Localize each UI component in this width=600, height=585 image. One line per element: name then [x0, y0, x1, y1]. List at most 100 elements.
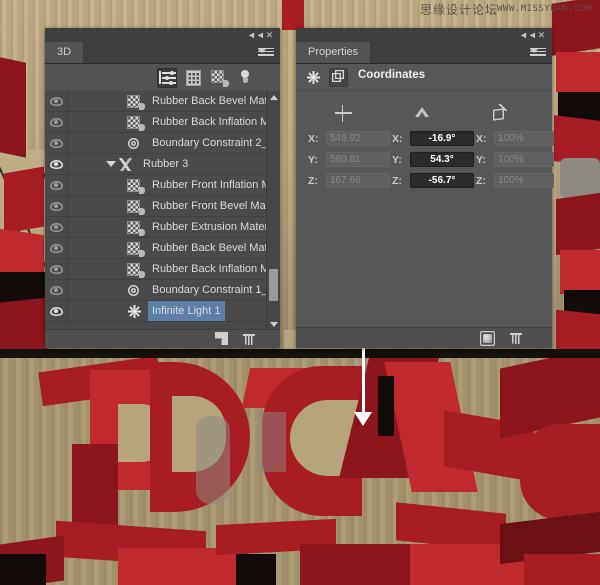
- render-shape: [520, 424, 600, 520]
- panel-properties-titlebar: ◄◄ ✕: [296, 28, 552, 42]
- layer-label: Rubber Front Inflation M...: [152, 179, 280, 191]
- delete-button[interactable]: [243, 332, 255, 345]
- visibility-toggle[interactable]: [45, 280, 68, 300]
- position-axis-label: Z:: [308, 175, 318, 187]
- render-shape: [556, 52, 600, 92]
- position-x-field[interactable]: 549.92: [326, 131, 390, 146]
- render-shape: [282, 0, 304, 30]
- render-shape: [236, 554, 276, 585]
- panel-3d-footer: [45, 329, 280, 348]
- render-shape: [0, 554, 46, 585]
- sun-icon: [307, 71, 320, 84]
- render-shape: [556, 192, 600, 256]
- tab-properties[interactable]: Properties: [296, 42, 371, 63]
- rotation-z-field[interactable]: -56.7°: [410, 173, 474, 188]
- render-shape: [524, 554, 600, 585]
- layer-row[interactable]: Rubber Back Bevel Mater...: [45, 91, 280, 112]
- scene-filter-button[interactable]: [157, 68, 177, 88]
- eye-icon: [50, 97, 63, 106]
- scale-axis-label: X:: [476, 133, 487, 145]
- rotation-x-field[interactable]: -16.9°: [410, 131, 474, 146]
- layer-row[interactable]: Rubber Extrusion Materi...: [45, 217, 280, 238]
- position-axis-label: X:: [308, 133, 319, 145]
- eye-icon: [50, 202, 63, 211]
- mesh-icon: [119, 157, 134, 172]
- coordinate-column-headers: [296, 101, 552, 129]
- material-icon: [128, 220, 143, 235]
- eye-icon: [50, 265, 63, 274]
- scroll-thumb[interactable]: [269, 269, 278, 301]
- position-z-field[interactable]: 167.66: [326, 173, 390, 188]
- grid-icon: [186, 71, 200, 85]
- layer-row[interactable]: Rubber 3: [45, 154, 280, 175]
- layer-label: Rubber Back Bevel Mater...: [152, 242, 280, 254]
- layer-row[interactable]: Rubber Front Inflation M...: [45, 175, 280, 196]
- close-icon[interactable]: ✕: [264, 30, 275, 41]
- collapse-icon[interactable]: ◄◄: [519, 30, 537, 41]
- layer-row[interactable]: Rubber Back Inflation M...: [45, 259, 280, 280]
- material-icon: [211, 71, 227, 86]
- watermark-url: WWW.MISSYUAN.COM: [497, 4, 592, 14]
- properties-title: Coordinates: [358, 69, 426, 81]
- visibility-toggle[interactable]: [45, 175, 68, 195]
- material-icon: [128, 262, 143, 277]
- coordinate-row: Z: 167.66 Z: -56.7° Z: 100%: [296, 171, 554, 192]
- layer-row[interactable]: Boundary Constraint 2_R...: [45, 133, 280, 154]
- list-scrollbar[interactable]: [266, 91, 280, 330]
- layer-row[interactable]: Rubber Back Inflation M...: [45, 112, 280, 133]
- coordinates-properties-button[interactable]: [329, 68, 348, 87]
- rotation-axis-label: Z:: [392, 175, 402, 187]
- eye-icon: [50, 223, 63, 232]
- rotate-icon: [409, 104, 435, 126]
- collapse-icon[interactable]: ◄◄: [247, 30, 265, 41]
- visibility-toggle[interactable]: [45, 301, 68, 321]
- visibility-toggle[interactable]: [45, 238, 68, 258]
- layer-row[interactable]: Infinite Light 1: [45, 301, 280, 322]
- tab-3d[interactable]: 3D: [45, 42, 84, 63]
- lightbulb-icon: [239, 70, 252, 85]
- mesh-filter-button[interactable]: [183, 68, 203, 88]
- material-icon: [128, 115, 143, 130]
- layer-row[interactable]: Boundary Constraint 1_R...: [45, 280, 280, 301]
- new-layer-button[interactable]: [215, 332, 228, 345]
- layer-row[interactable]: Rubber Front Bevel Mate...: [45, 196, 280, 217]
- panel-menu-icon[interactable]: [530, 48, 546, 58]
- coordinates-icon: [331, 70, 346, 85]
- layer-row[interactable]: Rubber Back Bevel Mater...: [45, 238, 280, 259]
- panel-properties: ◄◄ ✕ Properties Coordinates X: 549.92 X: -1…: [296, 28, 554, 348]
- move-icon: [330, 104, 356, 126]
- visibility-toggle[interactable]: [45, 217, 68, 237]
- render-shape: [560, 158, 600, 198]
- trash-icon: [510, 331, 522, 344]
- lights-filter-button[interactable]: [235, 68, 255, 88]
- scroll-up-icon[interactable]: [267, 91, 280, 103]
- scene-layer-list[interactable]: Rubber Back Bevel Mater... Rubber Back In…: [45, 91, 280, 330]
- light-properties-button[interactable]: [304, 68, 323, 87]
- scale-x-field[interactable]: 100%: [494, 131, 554, 146]
- coordinate-grid: X: 549.92 X: -16.9° X: 100% Y: 580.81 Y: 54.3° Y: 1…: [296, 129, 554, 192]
- scale-icon: [486, 104, 512, 126]
- layer-label: Infinite Light 1: [148, 301, 225, 321]
- rotation-y-field[interactable]: 54.3°: [410, 152, 474, 167]
- visibility-toggle[interactable]: [45, 154, 68, 174]
- visibility-toggle[interactable]: [45, 133, 68, 153]
- delete-button[interactable]: [510, 331, 522, 344]
- eye-icon: [50, 286, 63, 295]
- disclosure-triangle-icon[interactable]: [106, 161, 116, 167]
- visibility-toggle[interactable]: [45, 259, 68, 279]
- scale-z-field[interactable]: 100%: [494, 173, 554, 188]
- visibility-toggle[interactable]: [45, 196, 68, 216]
- visibility-toggle[interactable]: [45, 112, 68, 132]
- position-y-field[interactable]: 580.81: [326, 152, 390, 167]
- material-icon: [128, 178, 143, 193]
- filter-toolbar: [45, 64, 280, 93]
- scale-y-field[interactable]: 100%: [494, 152, 554, 167]
- close-icon[interactable]: ✕: [536, 30, 547, 41]
- render-shape: [0, 297, 48, 352]
- render-button[interactable]: [480, 331, 495, 346]
- material-icon: [128, 94, 143, 109]
- rotation-axis-label: Y:: [392, 154, 402, 166]
- materials-filter-button[interactable]: [209, 68, 229, 88]
- visibility-toggle[interactable]: [45, 91, 68, 111]
- panel-menu-icon[interactable]: [258, 48, 274, 58]
